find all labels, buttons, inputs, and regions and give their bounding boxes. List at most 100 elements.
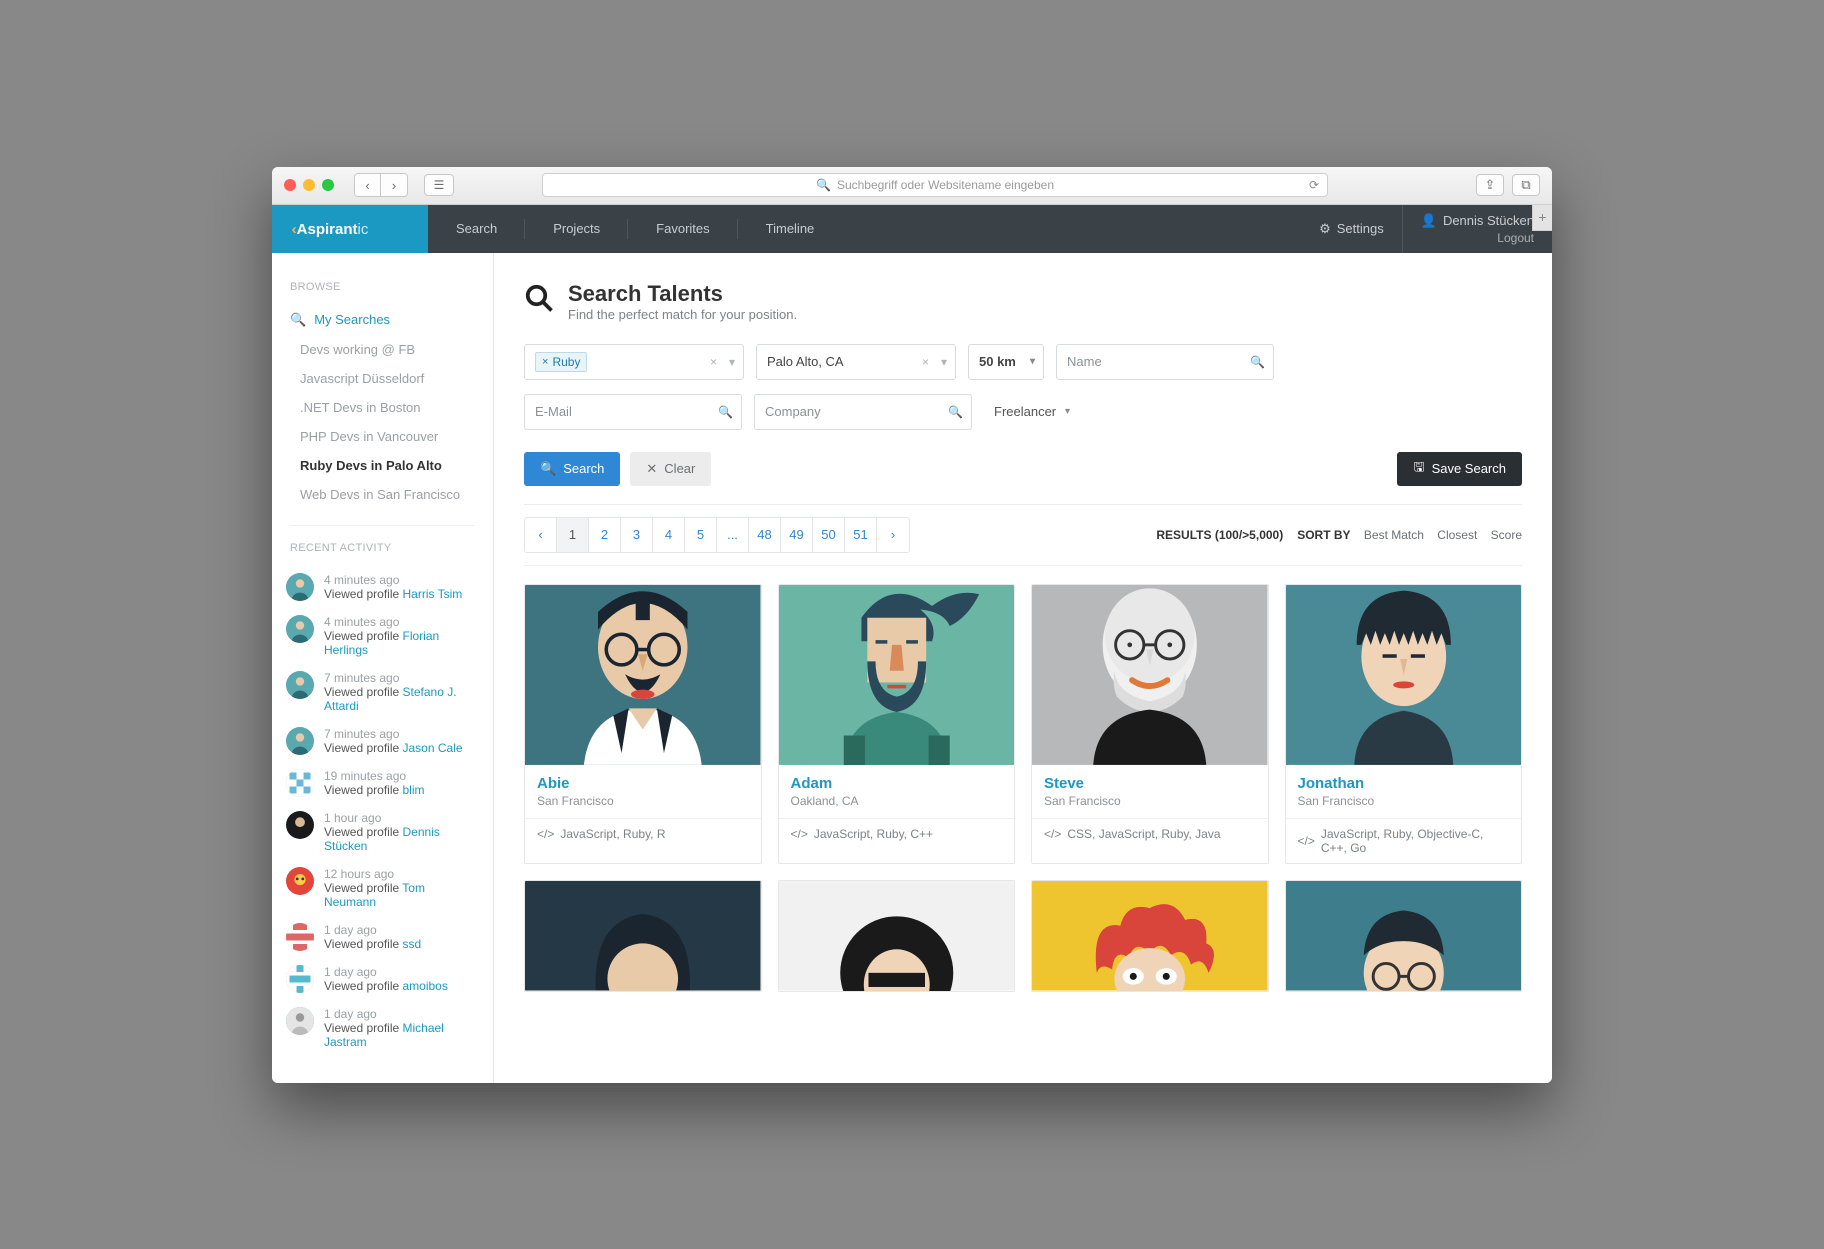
- tabview-button[interactable]: ☰: [424, 174, 454, 196]
- talent-card[interactable]: [524, 880, 762, 992]
- name-input[interactable]: Name 🔍: [1056, 344, 1274, 380]
- profile-link[interactable]: amoibos: [403, 979, 448, 993]
- profile-link[interactable]: Harris Tsim: [403, 587, 463, 601]
- user-menu[interactable]: 👤Dennis Stücken Logout: [1402, 205, 1552, 253]
- avatar: [1286, 881, 1522, 991]
- sidebar-my-searches[interactable]: 🔍 My Searches: [272, 305, 493, 335]
- talent-card[interactable]: [778, 880, 1016, 992]
- titlebar-right: ⇪ ⧉: [1476, 174, 1540, 196]
- close-icon[interactable]: ×: [542, 356, 548, 368]
- sidebar-item[interactable]: Javascript Düsseldorf: [272, 364, 493, 393]
- tabs-icon[interactable]: ⧉: [1512, 174, 1540, 196]
- page-48[interactable]: 48: [749, 518, 781, 552]
- page-51[interactable]: 51: [845, 518, 877, 552]
- search-icon: 🔍: [948, 405, 963, 419]
- company-input[interactable]: Company 🔍: [754, 394, 972, 430]
- page-50[interactable]: 50: [813, 518, 845, 552]
- clear-button[interactable]: ✕Clear: [630, 452, 711, 486]
- activity-row[interactable]: 4 minutes ago Viewed profile Harris Tsim: [286, 566, 479, 608]
- page-4[interactable]: 4: [653, 518, 685, 552]
- close-window-icon[interactable]: [284, 179, 296, 191]
- reload-icon[interactable]: ⟳: [1309, 178, 1319, 192]
- url-bar[interactable]: 🔍 Suchbegriff oder Websitename eingeben …: [542, 173, 1328, 197]
- nav-favorites[interactable]: Favorites: [628, 205, 737, 253]
- activity-row[interactable]: 1 day ago Viewed profile ssd: [286, 916, 479, 958]
- share-icon[interactable]: ⇪: [1476, 174, 1504, 196]
- save-search-button[interactable]: 🖫Save Search: [1397, 452, 1522, 486]
- forward-button[interactable]: ›: [381, 174, 407, 196]
- chevron-down-icon[interactable]: ▾: [729, 355, 735, 369]
- profile-link[interactable]: blim: [403, 783, 425, 797]
- page-next[interactable]: ›: [877, 518, 909, 552]
- page-title: Search Talents: [568, 281, 797, 307]
- search-button[interactable]: 🔍Search: [524, 452, 620, 486]
- activity-row[interactable]: 12 hours ago Viewed profile Tom Neumann: [286, 860, 479, 916]
- sort-score[interactable]: Score: [1491, 528, 1522, 542]
- profile-link[interactable]: Michael Jastram: [324, 1021, 444, 1049]
- nav-projects[interactable]: Projects: [525, 205, 628, 253]
- maximize-window-icon[interactable]: [322, 179, 334, 191]
- page-prev[interactable]: ‹: [525, 518, 557, 552]
- talent-card[interactable]: Jonathan San Francisco </> JavaScript, R…: [1285, 584, 1523, 864]
- distance-select[interactable]: 50 km ▾: [968, 344, 1044, 380]
- activity-line: Viewed profile amoibos: [324, 979, 448, 993]
- skill-tag-input[interactable]: ×Ruby × ▾: [524, 344, 744, 380]
- clear-icon[interactable]: ×: [922, 355, 929, 369]
- talent-card[interactable]: [1031, 880, 1269, 992]
- activity-row[interactable]: 1 day ago Viewed profile Michael Jastram: [286, 1000, 479, 1056]
- avatar: [286, 1007, 314, 1035]
- sort-closest[interactable]: Closest: [1437, 528, 1477, 542]
- profile-link[interactable]: Jason Cale: [403, 741, 463, 755]
- brand-logo[interactable]: ‹Aspirantic: [272, 205, 428, 253]
- profile-link[interactable]: ssd: [403, 937, 422, 951]
- talent-name: Abie: [537, 775, 749, 792]
- email-input[interactable]: E-Mail 🔍: [524, 394, 742, 430]
- sidebar-item[interactable]: Web Devs in San Francisco: [272, 480, 493, 509]
- clear-icon[interactable]: ×: [710, 355, 717, 369]
- activity-row[interactable]: 7 minutes ago Viewed profile Stefano J. …: [286, 664, 479, 720]
- search-icon: 🔍: [816, 178, 831, 192]
- page-...[interactable]: ...: [717, 518, 749, 552]
- activity-row[interactable]: 4 minutes ago Viewed profile Florian Her…: [286, 608, 479, 664]
- avatar: [286, 923, 314, 951]
- nav-timeline[interactable]: Timeline: [738, 205, 843, 253]
- new-tab-button[interactable]: +: [1532, 205, 1552, 231]
- nav-search[interactable]: Search: [428, 205, 525, 253]
- profile-link[interactable]: Florian Herlings: [324, 629, 439, 657]
- sidebar-item[interactable]: .NET Devs in Boston: [272, 393, 493, 422]
- talent-card[interactable]: Steve San Francisco </> CSS, JavaScript,…: [1031, 584, 1269, 864]
- page-5[interactable]: 5: [685, 518, 717, 552]
- profile-link[interactable]: Stefano J. Attardi: [324, 685, 457, 713]
- sidebar-item[interactable]: PHP Devs in Vancouver: [272, 422, 493, 451]
- activity-row[interactable]: 1 day ago Viewed profile amoibos: [286, 958, 479, 1000]
- minimize-window-icon[interactable]: [303, 179, 315, 191]
- sort-best-match[interactable]: Best Match: [1364, 528, 1424, 542]
- talent-card[interactable]: Abie San Francisco </> JavaScript, Ruby,…: [524, 584, 762, 864]
- page-2[interactable]: 2: [589, 518, 621, 552]
- talent-skills: </> CSS, JavaScript, Ruby, Java: [1032, 818, 1268, 849]
- nav-settings[interactable]: ⚙ Settings: [1301, 221, 1402, 237]
- page-49[interactable]: 49: [781, 518, 813, 552]
- talent-card[interactable]: [1285, 880, 1523, 992]
- chevron-down-icon[interactable]: ▾: [941, 355, 947, 369]
- page-1[interactable]: 1: [557, 518, 589, 552]
- avatar: [525, 881, 761, 991]
- activity-row[interactable]: 1 hour ago Viewed profile Dennis Stücken: [286, 804, 479, 860]
- profile-link[interactable]: Dennis Stücken: [324, 825, 440, 853]
- gear-icon: ⚙: [1319, 221, 1331, 237]
- sidebar-item[interactable]: Devs working @ FB: [272, 335, 493, 364]
- tag-ruby[interactable]: ×Ruby: [535, 352, 587, 372]
- activity-row[interactable]: 19 minutes ago Viewed profile blim: [286, 762, 479, 804]
- profile-link[interactable]: Tom Neumann: [324, 881, 425, 909]
- url-placeholder: Suchbegriff oder Websitename eingeben: [837, 178, 1054, 192]
- avatar: [286, 965, 314, 993]
- logout-link[interactable]: Logout: [1421, 231, 1534, 245]
- freelancer-select[interactable]: Freelancer ▾: [984, 394, 1078, 430]
- sidebar-item-active[interactable]: Ruby Devs in Palo Alto: [272, 451, 493, 480]
- talent-card[interactable]: Adam Oakland, CA </> JavaScript, Ruby, C…: [778, 584, 1016, 864]
- back-button[interactable]: ‹: [355, 174, 381, 196]
- location-input[interactable]: Palo Alto, CA × ▾: [756, 344, 956, 380]
- avatar: [1032, 585, 1268, 765]
- page-3[interactable]: 3: [621, 518, 653, 552]
- activity-row[interactable]: 7 minutes ago Viewed profile Jason Cale: [286, 720, 479, 762]
